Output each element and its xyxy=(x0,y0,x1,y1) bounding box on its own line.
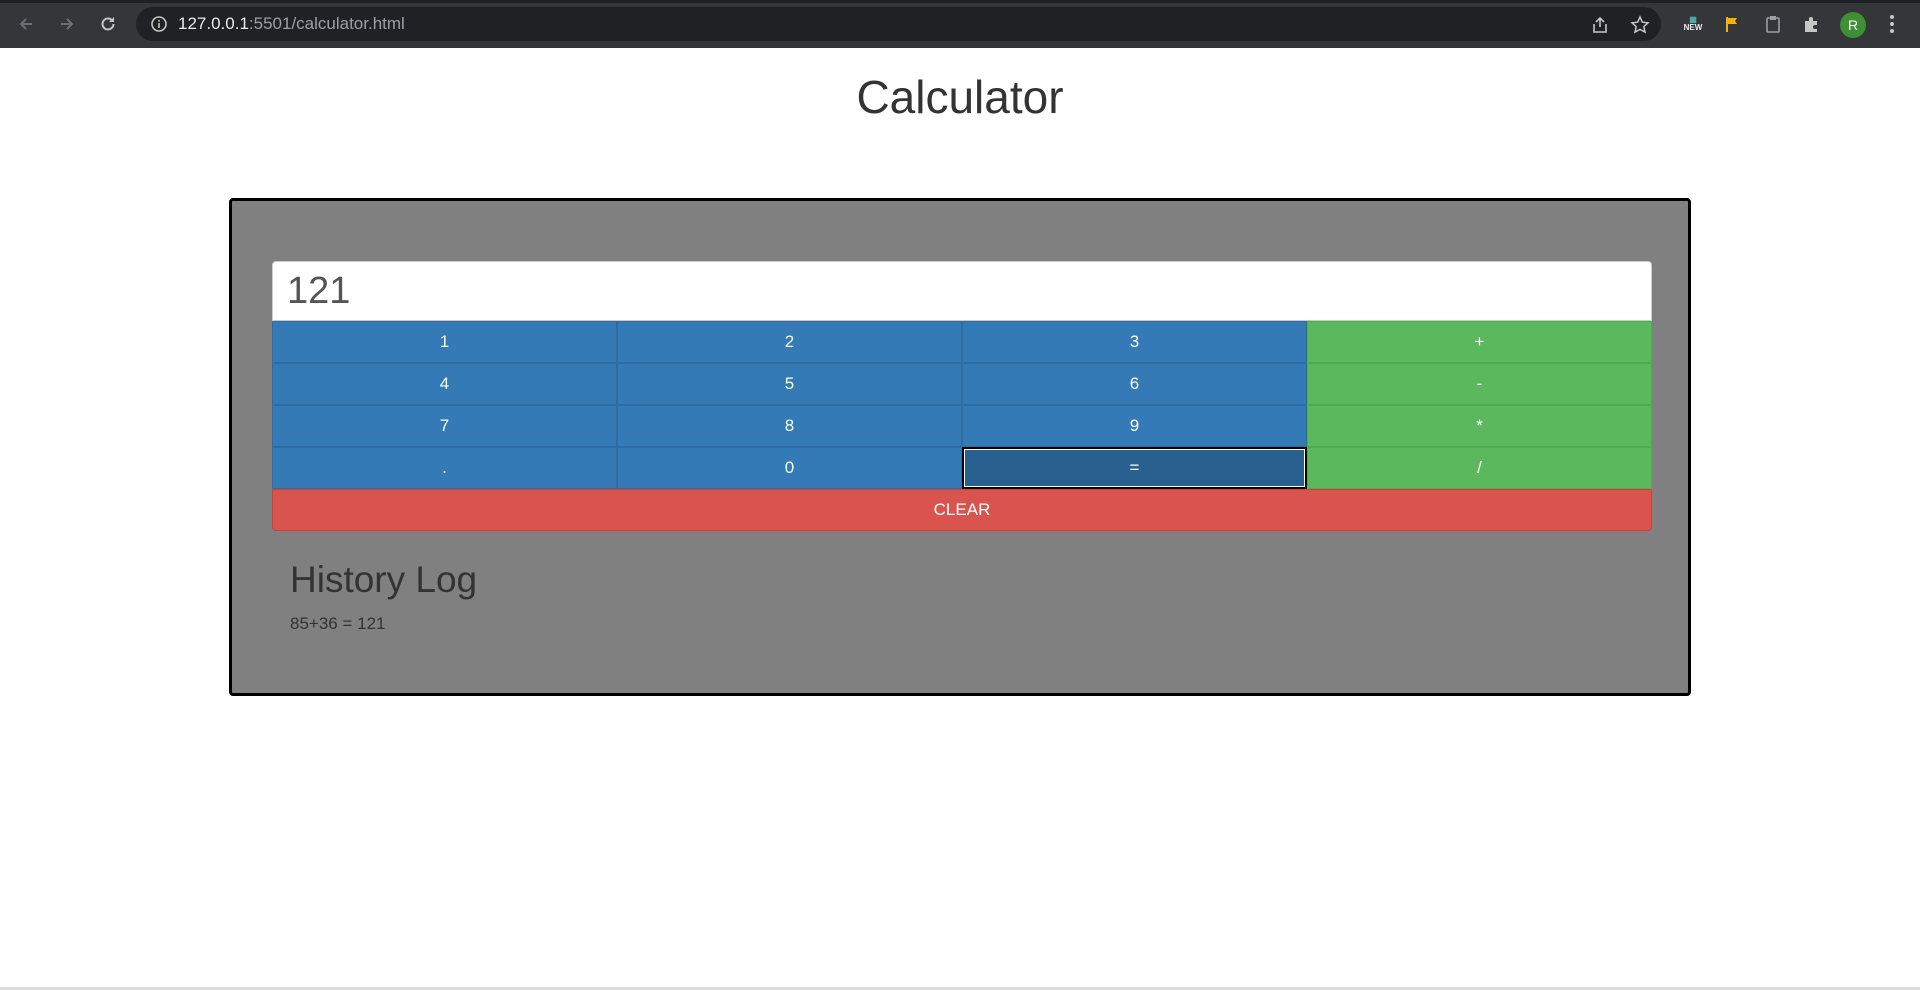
browser-menu-icon[interactable] xyxy=(1882,12,1902,36)
reload-icon[interactable] xyxy=(96,12,120,36)
extension-new-label: NEW xyxy=(1683,23,1703,32)
tab-strip-edge xyxy=(0,0,1920,3)
url-host: 127.0.0.1 xyxy=(178,14,249,33)
key-multiply[interactable]: * xyxy=(1307,405,1652,447)
browser-toolbar: 127.0.0.1:5501/calculator.html ▦ NEW R xyxy=(0,0,1920,48)
key-equals[interactable]: = xyxy=(962,447,1307,489)
key-decimal[interactable]: . xyxy=(272,447,617,489)
history-entry: 85+36 = 121 xyxy=(290,614,386,633)
extensions-puzzle-icon[interactable] xyxy=(1800,12,1824,36)
profile-avatar[interactable]: R xyxy=(1840,12,1866,38)
key-9[interactable]: 9 xyxy=(962,405,1307,447)
keypad: 1 2 3 + 4 5 6 - 7 8 9 * . 0 = / xyxy=(272,321,1652,489)
extension-flag-icon[interactable] xyxy=(1721,12,1745,36)
share-icon[interactable] xyxy=(1590,15,1610,35)
key-4[interactable]: 4 xyxy=(272,363,617,405)
bookmark-star-icon[interactable] xyxy=(1630,15,1650,35)
key-divide[interactable]: / xyxy=(1307,447,1652,489)
clear-button[interactable]: CLEAR xyxy=(272,489,1652,531)
key-3[interactable]: 3 xyxy=(962,321,1307,363)
key-7[interactable]: 7 xyxy=(272,405,617,447)
key-8[interactable]: 8 xyxy=(617,405,962,447)
extension-clipboard-icon[interactable] xyxy=(1761,12,1785,36)
forward-icon[interactable] xyxy=(55,12,79,36)
key-add[interactable]: + xyxy=(1307,321,1652,363)
extension-new-icon[interactable]: ▦ NEW xyxy=(1681,12,1705,36)
address-bar[interactable]: 127.0.0.1:5501/calculator.html xyxy=(136,7,1661,41)
key-2[interactable]: 2 xyxy=(617,321,962,363)
url-path: :5501/calculator.html xyxy=(248,14,405,33)
avatar-letter: R xyxy=(1847,17,1859,33)
site-info-icon[interactable] xyxy=(150,15,168,33)
page-title: Calculator xyxy=(856,71,1064,123)
key-1[interactable]: 1 xyxy=(272,321,617,363)
key-0[interactable]: 0 xyxy=(617,447,962,489)
calculator-panel: 121 1 2 3 + 4 5 6 - 7 8 9 * . 0 = / CLEA… xyxy=(229,198,1691,696)
key-subtract[interactable]: - xyxy=(1307,363,1652,405)
back-icon[interactable] xyxy=(14,12,38,36)
history-title: History Log xyxy=(290,559,478,600)
calculator-display[interactable]: 121 xyxy=(272,261,1652,321)
key-5[interactable]: 5 xyxy=(617,363,962,405)
key-6[interactable]: 6 xyxy=(962,363,1307,405)
url-text: 127.0.0.1:5501/calculator.html xyxy=(178,15,405,33)
